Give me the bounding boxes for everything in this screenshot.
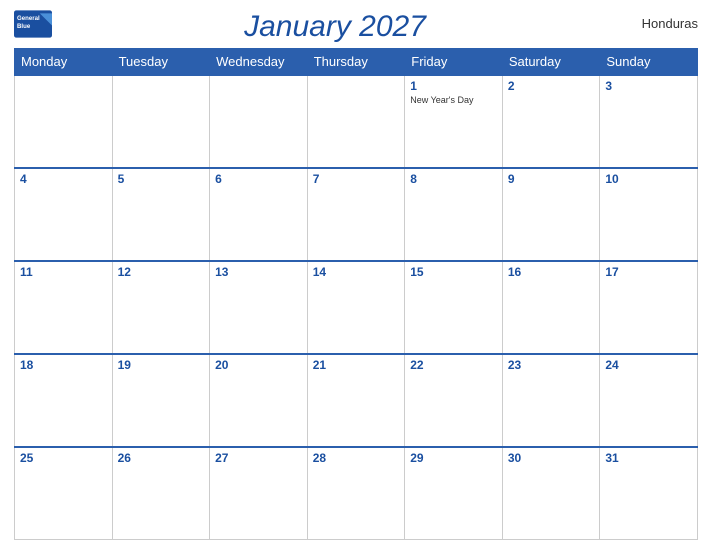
cell-w2-d2: 5: [112, 168, 210, 261]
cell-w2-d1: 4: [15, 168, 113, 261]
cell-w4-d6: 23: [502, 354, 600, 447]
cell-w4-d4: 21: [307, 354, 405, 447]
holiday-label: New Year's Day: [410, 95, 497, 106]
day-number: 3: [605, 79, 692, 93]
cell-w5-d6: 30: [502, 447, 600, 540]
day-number: 31: [605, 451, 692, 465]
days-header-row: Monday Tuesday Wednesday Thursday Friday…: [15, 49, 698, 76]
cell-w3-d7: 17: [600, 261, 698, 354]
svg-text:Blue: Blue: [17, 23, 31, 30]
svg-text:General: General: [17, 15, 40, 22]
day-number: 12: [118, 265, 205, 279]
header-friday: Friday: [405, 49, 503, 76]
day-number: 19: [118, 358, 205, 372]
day-number: 15: [410, 265, 497, 279]
day-number: 16: [508, 265, 595, 279]
day-number: 10: [605, 172, 692, 186]
cell-w5-d1: 25: [15, 447, 113, 540]
cell-w1-d6: 2: [502, 75, 600, 168]
calendar-title: January 2027: [52, 10, 618, 44]
cell-w5-d7: 31: [600, 447, 698, 540]
day-number: 17: [605, 265, 692, 279]
day-number: 9: [508, 172, 595, 186]
cell-w4-d7: 24: [600, 354, 698, 447]
day-number: 2: [508, 79, 595, 93]
day-number: 29: [410, 451, 497, 465]
header-tuesday: Tuesday: [112, 49, 210, 76]
day-number: 4: [20, 172, 107, 186]
cell-w4-d1: 18: [15, 354, 113, 447]
day-number: 30: [508, 451, 595, 465]
logo-area: General Blue: [14, 10, 52, 38]
cell-w1-d5: 1 New Year's Day: [405, 75, 503, 168]
cell-w1-d1: [15, 75, 113, 168]
day-number: 8: [410, 172, 497, 186]
week-row-1: 1 New Year's Day 23: [15, 75, 698, 168]
cell-w2-d6: 9: [502, 168, 600, 261]
day-number: 1: [410, 79, 497, 93]
day-number: 14: [313, 265, 400, 279]
day-number: 25: [20, 451, 107, 465]
cell-w3-d5: 15: [405, 261, 503, 354]
cell-w2-d7: 10: [600, 168, 698, 261]
day-number: 11: [20, 265, 107, 279]
cell-w1-d7: 3: [600, 75, 698, 168]
day-number: 22: [410, 358, 497, 372]
cell-w1-d4: [307, 75, 405, 168]
header-wednesday: Wednesday: [210, 49, 308, 76]
cell-w5-d4: 28: [307, 447, 405, 540]
title-area: January 2027: [52, 10, 618, 44]
day-number: 28: [313, 451, 400, 465]
header: General Blue January 2027 Honduras: [14, 10, 698, 44]
cell-w5-d5: 29: [405, 447, 503, 540]
cell-w5-d2: 26: [112, 447, 210, 540]
week-row-2: 456789 10: [15, 168, 698, 261]
day-number: 6: [215, 172, 302, 186]
week-row-4: 18 19 20 21 22 23 24: [15, 354, 698, 447]
header-monday: Monday: [15, 49, 113, 76]
cell-w3-d4: 14: [307, 261, 405, 354]
day-number: 18: [20, 358, 107, 372]
cell-w2-d3: 6: [210, 168, 308, 261]
week-row-5: 25 26 27 28 29 30 31: [15, 447, 698, 540]
cell-w3-d2: 12: [112, 261, 210, 354]
header-sunday: Sunday: [600, 49, 698, 76]
cell-w2-d4: 7: [307, 168, 405, 261]
cell-w3-d6: 16: [502, 261, 600, 354]
calendar-table: Monday Tuesday Wednesday Thursday Friday…: [14, 48, 698, 540]
country-label: Honduras: [618, 10, 698, 31]
cell-w5-d3: 27: [210, 447, 308, 540]
cell-w4-d3: 20: [210, 354, 308, 447]
day-number: 7: [313, 172, 400, 186]
day-number: 13: [215, 265, 302, 279]
day-number: 5: [118, 172, 205, 186]
cell-w4-d2: 19: [112, 354, 210, 447]
general-blue-logo-icon: General Blue: [14, 10, 52, 38]
week-row-3: 11 12 13 14 15 16 17: [15, 261, 698, 354]
cell-w1-d3: [210, 75, 308, 168]
day-number: 26: [118, 451, 205, 465]
cell-w1-d2: [112, 75, 210, 168]
cell-w2-d5: 8: [405, 168, 503, 261]
day-number: 21: [313, 358, 400, 372]
day-number: 27: [215, 451, 302, 465]
cell-w3-d3: 13: [210, 261, 308, 354]
day-number: 20: [215, 358, 302, 372]
cell-w4-d5: 22: [405, 354, 503, 447]
day-number: 23: [508, 358, 595, 372]
header-thursday: Thursday: [307, 49, 405, 76]
page: General Blue January 2027 Honduras Monda…: [0, 0, 712, 550]
header-saturday: Saturday: [502, 49, 600, 76]
cell-w3-d1: 11: [15, 261, 113, 354]
day-number: 24: [605, 358, 692, 372]
